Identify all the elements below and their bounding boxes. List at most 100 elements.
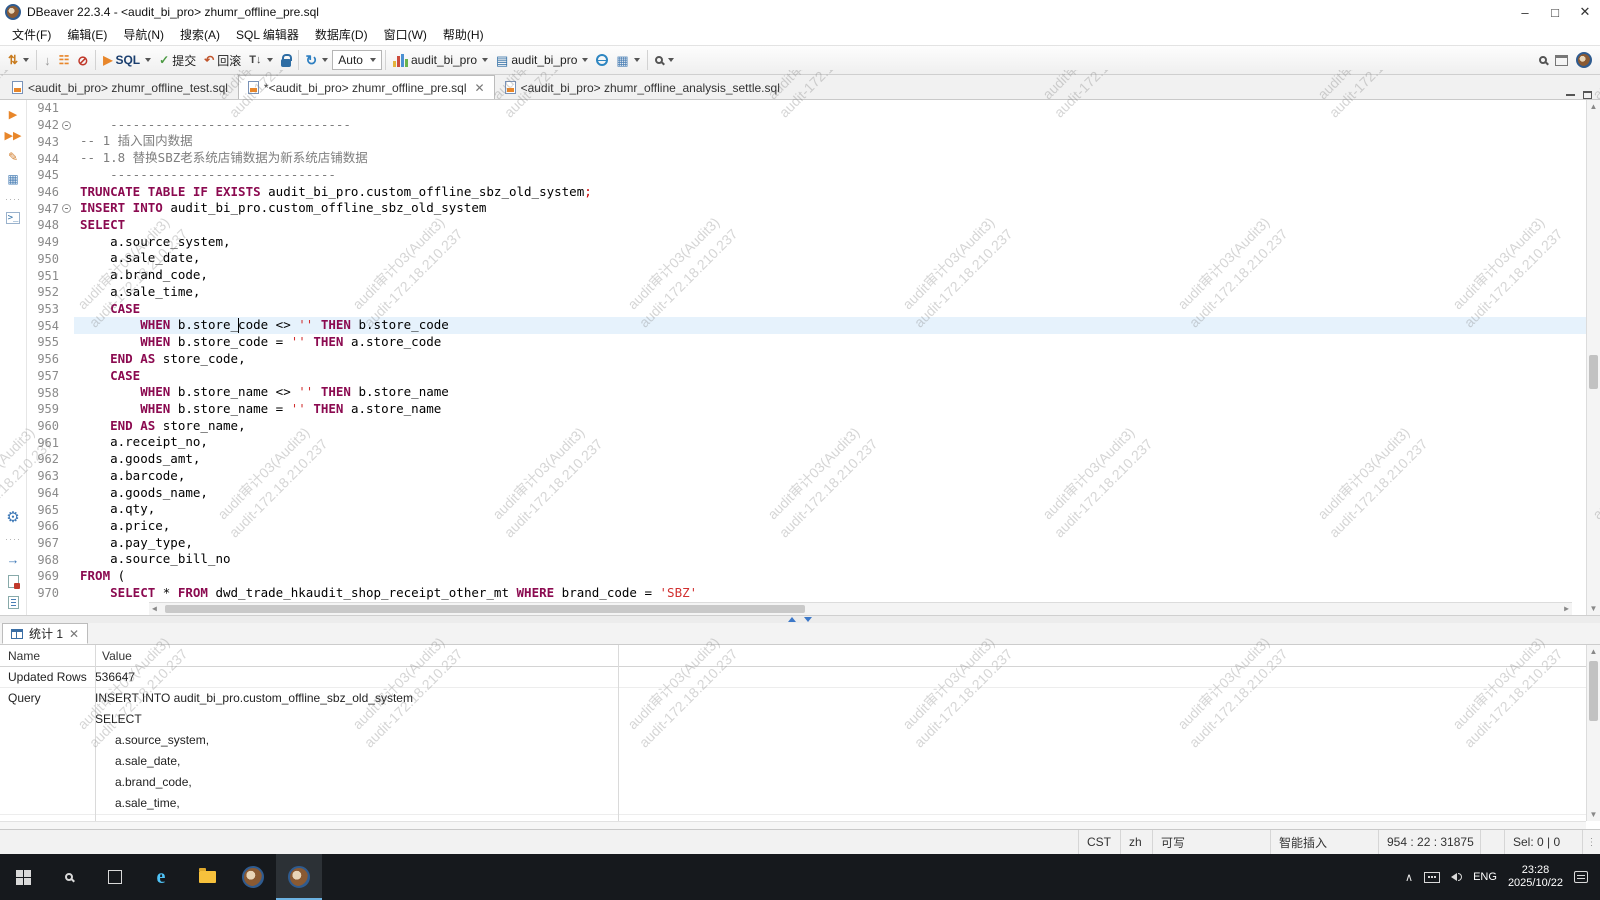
search-dropdown[interactable] [651, 48, 678, 72]
status-timezone[interactable]: CST [1078, 830, 1120, 854]
lock-button[interactable] [277, 48, 295, 72]
speaker-icon[interactable] [1451, 873, 1462, 881]
status-locale[interactable]: zh [1120, 830, 1152, 854]
code-line[interactable]: a.goods_amt, [74, 451, 1586, 468]
line-number[interactable]: 946 [27, 185, 59, 199]
status-grip[interactable]: ⋮ [1582, 830, 1600, 854]
projection-dropdown[interactable]: ▦ [612, 48, 643, 72]
internet-explorer-button[interactable]: e [138, 854, 184, 900]
code-line[interactable]: WHEN b.store_code <> '' THEN b.store_cod… [74, 317, 1586, 334]
line-number[interactable]: 949 [27, 235, 59, 249]
scroll-down-icon[interactable]: ▼ [1587, 810, 1600, 819]
execute-script-icon[interactable]: ▶▶ [5, 129, 22, 142]
export-data-icon[interactable]: → [7, 552, 20, 567]
status-selection[interactable]: Sel: 0 | 0 [1504, 830, 1582, 854]
line-number[interactable]: 963 [27, 469, 59, 483]
code-line[interactable]: SELECT [74, 217, 1586, 234]
code-line[interactable] [74, 100, 1586, 117]
horizontal-scroll-thumb[interactable] [165, 605, 805, 613]
menu-item[interactable]: 窗口(W) [376, 24, 435, 45]
line-number[interactable]: 944 [27, 152, 59, 166]
line-number[interactable]: 964 [27, 486, 59, 500]
language-indicator[interactable]: ENG [1473, 871, 1497, 883]
menu-item[interactable]: 编辑(E) [59, 24, 115, 45]
code-line[interactable]: a.receipt_no, [74, 434, 1586, 451]
fold-collapse-icon[interactable] [62, 204, 71, 213]
editor-tab[interactable]: <audit_bi_pro> zhumr_offline_analysis_se… [495, 75, 790, 99]
minimize-editor-icon[interactable] [1566, 94, 1575, 96]
menu-item[interactable]: SQL 编辑器 [228, 24, 307, 45]
vertical-scroll-thumb[interactable] [1589, 355, 1598, 389]
maximize-panel-icon[interactable] [788, 617, 796, 622]
code-line[interactable]: a.sale_time, [74, 284, 1586, 301]
line-number[interactable]: 967 [27, 536, 59, 550]
close-icon[interactable]: ✕ [1570, 0, 1600, 24]
code-line[interactable]: CASE [74, 368, 1586, 385]
code-line[interactable]: WHEN b.store_name = '' THEN a.store_name [74, 401, 1586, 418]
open-perspective-button[interactable] [1551, 48, 1572, 72]
line-number[interactable]: 962 [27, 452, 59, 466]
code-line[interactable]: CASE [74, 301, 1586, 318]
editor-tab[interactable]: <audit_bi_pro> zhumr_offline_test.sql [2, 75, 238, 99]
code-line[interactable]: a.barcode, [74, 468, 1586, 485]
menu-item[interactable]: 帮助(H) [435, 24, 492, 45]
tray-expand-icon[interactable]: ∧ [1405, 871, 1413, 884]
line-number[interactable]: 943 [27, 135, 59, 149]
explain-plan-icon[interactable]: ✎ [8, 150, 18, 164]
auto-refresh-combo[interactable]: Auto [332, 50, 382, 70]
code-line[interactable]: a.pay_type, [74, 535, 1586, 552]
stats-tab[interactable]: 统计 1 ✕ [2, 623, 88, 644]
code-line[interactable]: a.brand_code, [74, 267, 1586, 284]
status-caret-position[interactable]: 954 : 22 : 31875 [1378, 830, 1480, 854]
code-line[interactable]: WHEN b.store_name <> '' THEN b.store_nam… [74, 384, 1586, 401]
line-number[interactable]: 945 [27, 168, 59, 182]
code-line[interactable]: TRUNCATE TABLE IF EXISTS audit_bi_pro.cu… [74, 184, 1586, 201]
sql-editor-dropdown[interactable]: ▶SQL [99, 48, 155, 72]
line-number[interactable]: 966 [27, 519, 59, 533]
scroll-up-icon[interactable]: ▲ [1587, 647, 1600, 656]
editor-tab[interactable]: *<audit_bi_pro> zhumr_offline_pre.sql✕ [238, 75, 495, 99]
code-line[interactable]: a.goods_name, [74, 485, 1586, 502]
horizontal-scrollbar[interactable]: ◀ ▶ [149, 602, 1572, 615]
quick-access-search-button[interactable] [1535, 48, 1551, 72]
connection-selector[interactable]: audit_bi_pro [389, 48, 492, 72]
minimize-panel-icon[interactable] [804, 617, 812, 622]
gear-icon[interactable]: ⚙ [6, 508, 19, 526]
dbeaver-taskbar-button-active[interactable] [276, 854, 322, 900]
script-grid-icon[interactable] [8, 596, 19, 609]
line-number[interactable]: 968 [27, 553, 59, 567]
status-insert-mode[interactable]: 智能插入 [1270, 830, 1378, 854]
stats-row[interactable]: QueryINSERT INTO audit_bi_pro.custom_off… [0, 688, 1600, 815]
menu-item[interactable]: 文件(F) [4, 24, 59, 45]
code-line[interactable]: a.source_bill_no [74, 551, 1586, 568]
line-number[interactable]: 957 [27, 369, 59, 383]
dbeaver-perspective-button[interactable] [1572, 48, 1596, 72]
vertical-scrollbar[interactable]: ▲ ▼ [1586, 100, 1600, 615]
code-line[interactable]: INSERT INTO audit_bi_pro.custom_offline_… [74, 200, 1586, 217]
fold-collapse-icon[interactable] [62, 121, 71, 130]
line-number[interactable]: 951 [27, 269, 59, 283]
line-number[interactable]: 958 [27, 386, 59, 400]
line-number[interactable]: 965 [27, 503, 59, 517]
line-number[interactable]: 959 [27, 402, 59, 416]
menu-item[interactable]: 导航(N) [115, 24, 172, 45]
code-line[interactable]: ------------------------------ [74, 167, 1586, 184]
line-number[interactable]: 952 [27, 285, 59, 299]
stats-vertical-scrollbar[interactable]: ▲ ▼ [1586, 645, 1600, 821]
scroll-down-icon[interactable]: ▼ [1587, 604, 1600, 613]
execute-statement-icon[interactable]: ▶ [9, 108, 17, 121]
scroll-right-icon[interactable]: ▶ [1564, 604, 1569, 613]
code-line[interactable]: a.source_system, [74, 234, 1586, 251]
line-number[interactable]: 969 [27, 569, 59, 583]
column-header-name[interactable]: Name [0, 645, 95, 666]
code-area[interactable]: ---------------------------------- 1 插入国… [74, 100, 1586, 615]
code-line[interactable]: a.price, [74, 518, 1586, 535]
stats-scroll-thumb[interactable] [1589, 661, 1598, 721]
code-line[interactable]: END AS store_name, [74, 418, 1586, 435]
network-profile-button[interactable] [592, 48, 612, 72]
stats-horizontal-scrollbar[interactable] [0, 821, 1586, 829]
clock[interactable]: 23:28 2025/10/22 [1508, 864, 1563, 890]
cancel-execution-button[interactable]: ⊘ [73, 48, 92, 72]
action-center-icon[interactable] [1574, 871, 1588, 883]
code-line[interactable]: -------------------------------- [74, 117, 1586, 134]
